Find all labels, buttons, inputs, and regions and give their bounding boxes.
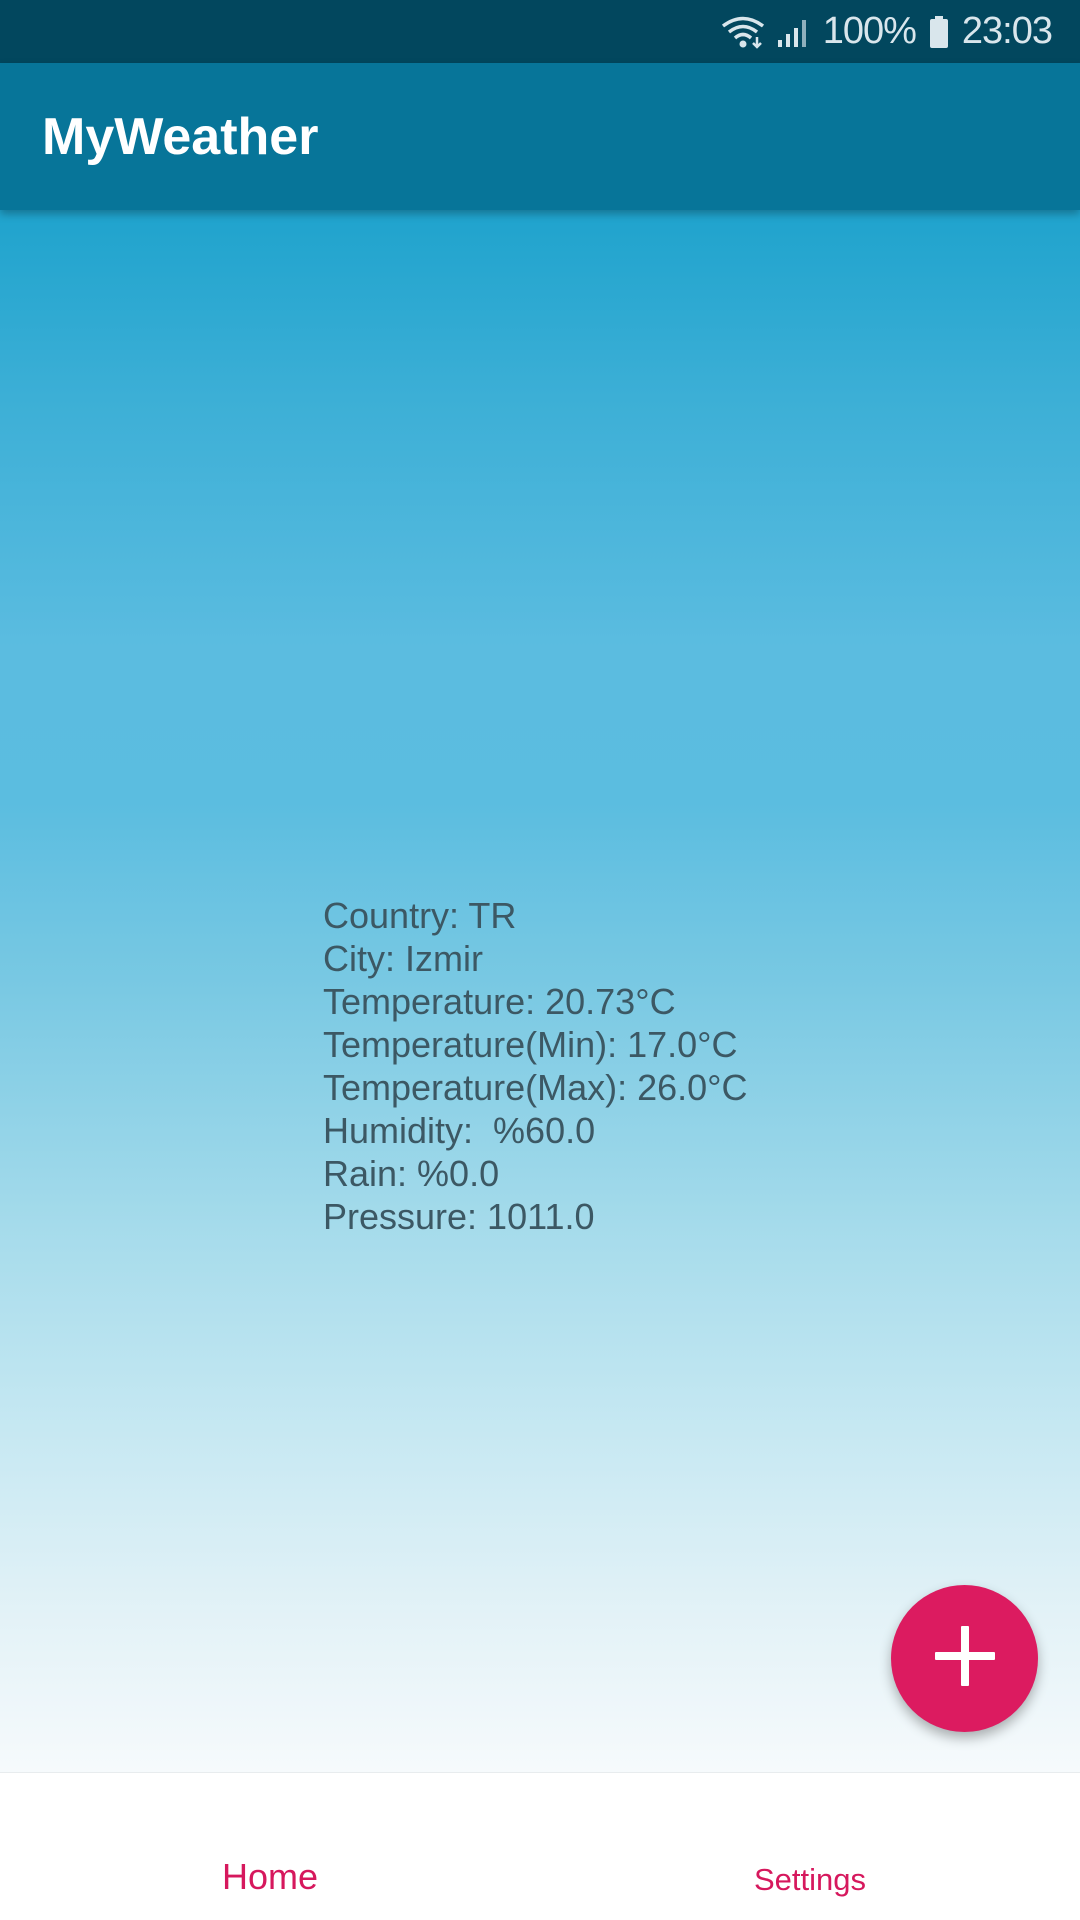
temperature-max-text: Temperature(Max): 26.0°C [323,1067,748,1108]
pressure-text: Pressure: 1011.0 [323,1196,595,1237]
app-bar: MyWeather [0,63,1080,210]
city-text: City: Izmir [323,938,483,979]
temperature-min-text: Temperature(Min): 17.0°C [323,1024,738,1065]
add-button[interactable] [891,1585,1038,1732]
nav-item-settings-label: Settings [753,1862,866,1897]
rain-text: Rain: %0.0 [323,1153,500,1194]
temperature-text: Temperature: 20.73°C [323,981,676,1022]
humidity-text: Humidity: %60.0 [323,1110,596,1151]
country-text: Country: TR [323,895,517,936]
weather-info: Country: TR City: Izmir Temperature: 20.… [323,894,748,1238]
bottom-navigation: Home Settings [0,1772,1080,1920]
nav-item-home-label: Home [221,1856,319,1897]
nav-item-home[interactable]: Home [0,1773,540,1920]
app-title: MyWeather [42,107,319,166]
battery-percent: 100% [822,10,917,52]
plus-icon [933,1624,997,1693]
weather-background: Country: TR City: Izmir Temperature: 20.… [0,210,1080,1772]
wifi-icon [721,15,765,49]
clock: 23:03 [961,10,1053,52]
signal-icon [777,16,811,48]
battery-icon [928,15,950,49]
nav-item-settings[interactable]: Settings [540,1773,1080,1920]
status-bar: 100% 23:03 [0,0,1080,63]
